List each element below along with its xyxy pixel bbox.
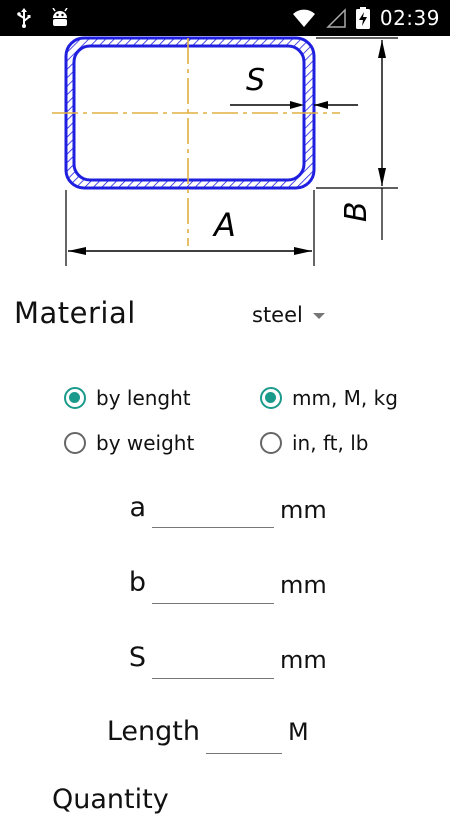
field-length-unit: M	[288, 718, 309, 746]
radio-checked-icon	[64, 387, 86, 409]
dim-label-a: A	[212, 206, 236, 244]
field-a-unit: mm	[280, 496, 327, 524]
field-a-input[interactable]	[152, 500, 274, 528]
radio-label: by weight	[96, 431, 195, 455]
dropdown-arrow-icon	[312, 313, 325, 319]
field-a-label: a	[129, 492, 146, 523]
signal-icon	[326, 8, 346, 28]
radio-label: by lenght	[96, 386, 191, 410]
status-time: 02:39	[379, 6, 440, 30]
field-b-label: b	[128, 567, 146, 598]
radio-imperial-units[interactable]: in, ft, lb	[260, 431, 368, 455]
android-debug-icon	[50, 8, 70, 28]
radio-label: in, ft, lb	[292, 431, 369, 455]
profile-drawing: S B A	[0, 36, 450, 276]
radio-metric-units[interactable]: mm, M, kg	[260, 386, 398, 410]
field-s-unit: mm	[280, 646, 327, 674]
field-length-label: Length	[106, 716, 200, 747]
dim-label-s: S	[246, 63, 265, 98]
material-selected-value: steel	[252, 303, 303, 327]
field-b-unit: mm	[280, 571, 327, 599]
field-b-input[interactable]	[152, 576, 274, 604]
material-label: Material	[14, 296, 136, 330]
status-bar: 02:39	[0, 0, 450, 36]
field-s-input[interactable]	[152, 651, 274, 679]
dim-label-b: B	[339, 201, 374, 222]
radio-by-weight[interactable]: by weight	[64, 431, 194, 455]
radio-unchecked-icon	[64, 432, 86, 454]
radio-unchecked-icon	[260, 432, 282, 454]
field-length-input[interactable]	[206, 726, 282, 754]
radio-by-length[interactable]: by lenght	[64, 386, 191, 410]
radio-checked-icon	[260, 387, 282, 409]
usb-icon	[16, 8, 32, 28]
field-s-label: S	[128, 642, 146, 673]
radio-label: mm, M, kg	[292, 386, 398, 410]
wifi-icon	[292, 8, 316, 28]
battery-charging-icon	[355, 7, 370, 29]
material-dropdown[interactable]: steel	[252, 303, 325, 327]
